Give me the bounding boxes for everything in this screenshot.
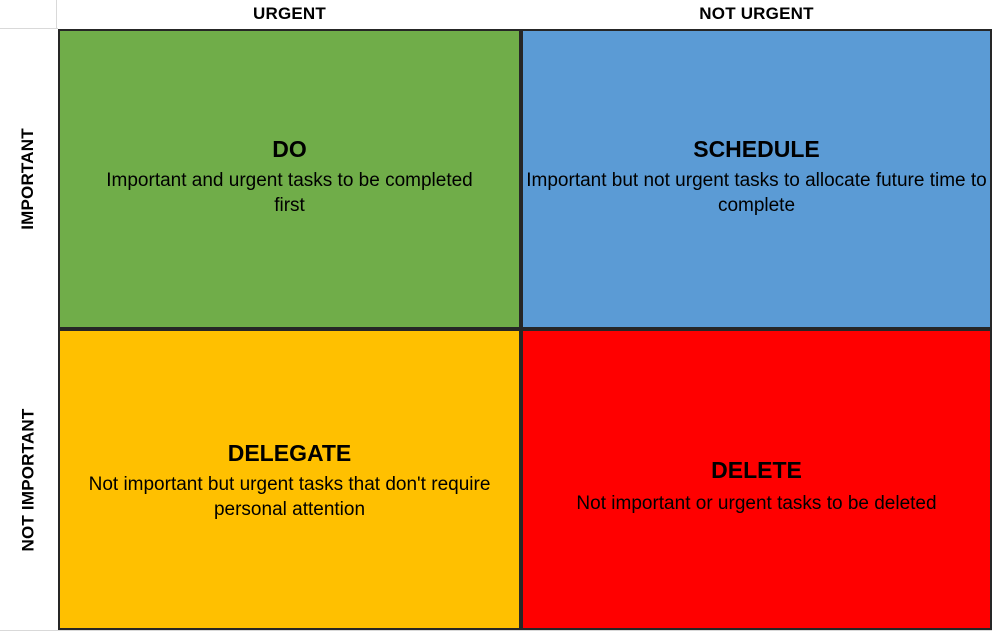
quadrant-do-description: Important and urgent tasks to be complet…: [106, 170, 473, 217]
quadrant-schedule-description: Important but not urgent tasks to alloca…: [526, 170, 987, 217]
row-header-not-important: NOT IMPORTANT: [0, 329, 56, 630]
row-header-not-important-label: NOT IMPORTANT: [18, 408, 37, 551]
quadrant-delegate-title: DELEGATE: [227, 440, 352, 466]
column-header-not-urgent: NOT URGENT: [699, 4, 814, 23]
quadrant-schedule[interactable]: SCHEDULE Important but not urgent tasks …: [521, 29, 992, 329]
column-header-urgent: URGENT: [253, 4, 326, 23]
quadrant-do[interactable]: DO Important and urgent tasks to be comp…: [58, 29, 521, 329]
quadrant-delegate-description: Not important but urgent tasks that don'…: [88, 474, 491, 521]
quadrant-schedule-title: SCHEDULE: [693, 136, 820, 162]
row-header-important-label: IMPORTANT: [18, 128, 37, 230]
row-header-important: IMPORTANT: [0, 29, 56, 329]
gridline-header-vertical: [56, 0, 57, 29]
gridline-bottom: [0, 630, 992, 631]
quadrant-delete-description: Not important or urgent tasks to be dele…: [576, 493, 937, 515]
quadrant-delegate[interactable]: DELEGATE Not important but urgent tasks …: [58, 329, 521, 630]
quadrant-delete[interactable]: DELETE Not important or urgent tasks to …: [521, 329, 992, 630]
eisenhower-matrix: URGENT NOT URGENT IMPORTANT NOT IMPORTAN…: [0, 0, 992, 637]
quadrant-do-title: DO: [272, 136, 307, 162]
quadrant-delete-title: DELETE: [711, 457, 802, 483]
quadrant-grid: DO Important and urgent tasks to be comp…: [58, 29, 992, 630]
